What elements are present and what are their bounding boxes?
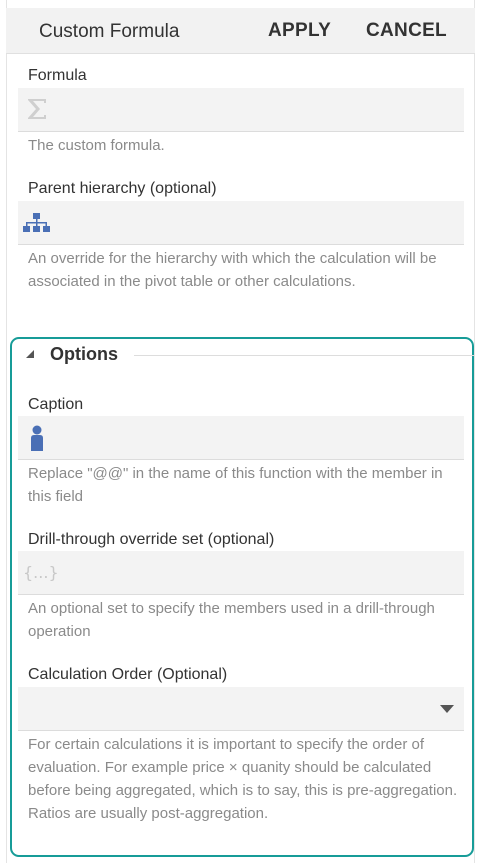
formula-help: The custom formula. xyxy=(28,137,165,154)
formula-field[interactable] xyxy=(18,88,464,132)
options-header[interactable]: Options xyxy=(22,344,474,366)
calculation-order-label: Calculation Order (Optional) xyxy=(28,666,228,683)
hierarchy-icon xyxy=(23,212,51,241)
options-title: Options xyxy=(50,344,118,364)
drill-through-help: An optional set to specify the members u… xyxy=(28,600,435,640)
caption-field[interactable] xyxy=(18,416,464,460)
parent-hierarchy-help: An override for the hierarchy with which… xyxy=(28,250,437,290)
calculation-order-help: For certain calculations it is important… xyxy=(28,736,458,822)
panel-title: Custom Formula xyxy=(39,21,180,42)
drill-through-field[interactable]: {...} xyxy=(18,551,464,595)
sigma-icon xyxy=(24,96,50,127)
calculation-order-select[interactable] xyxy=(18,687,464,731)
chevron-down-icon[interactable] xyxy=(440,705,454,713)
options-divider xyxy=(134,355,474,356)
apply-button[interactable]: APPLY xyxy=(268,20,331,42)
caption-label: Caption xyxy=(28,396,84,413)
drill-through-label: Drill-through override set (optional) xyxy=(28,531,275,548)
formula-label: Formula xyxy=(28,67,87,84)
collapse-triangle-icon[interactable] xyxy=(26,350,34,358)
set-braces-icon: {...} xyxy=(23,563,59,582)
panel-header: Custom Formula APPLY CANCEL xyxy=(6,8,475,54)
cancel-button[interactable]: CANCEL xyxy=(366,20,447,42)
member-icon xyxy=(30,425,44,458)
caption-help: Replace "@@" in the name of this functio… xyxy=(28,465,443,505)
parent-hierarchy-label: Parent hierarchy (optional) xyxy=(28,180,217,197)
parent-hierarchy-field[interactable] xyxy=(18,201,464,245)
